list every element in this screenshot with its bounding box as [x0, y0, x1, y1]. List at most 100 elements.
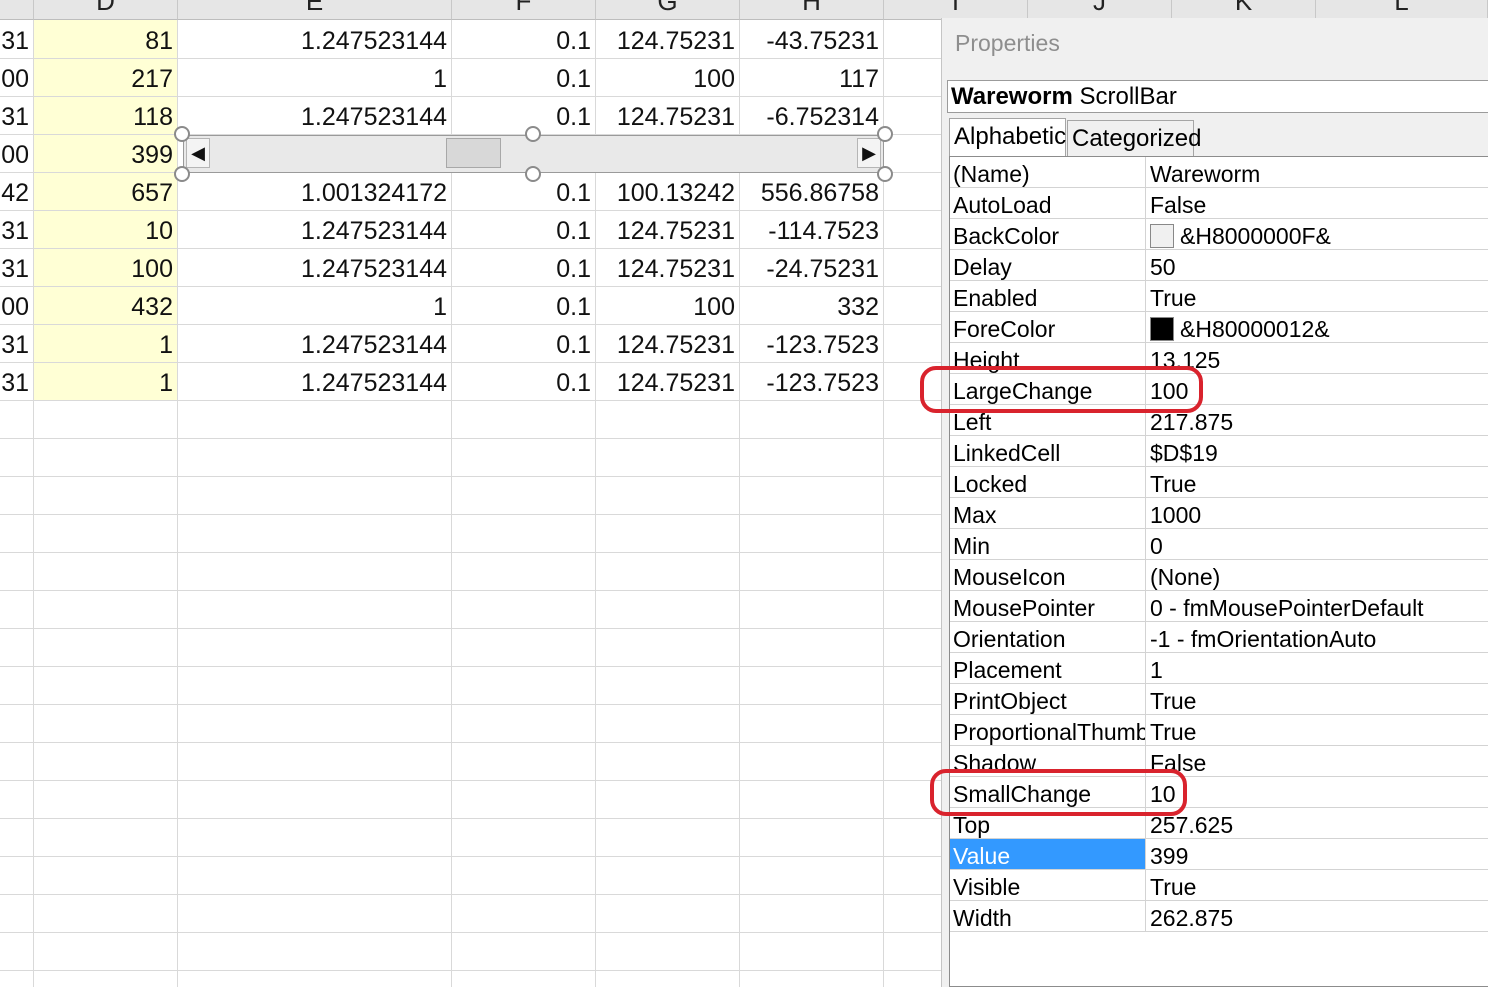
property-value-cell[interactable]: False — [1146, 746, 1488, 776]
property-row-mousepointer[interactable]: MousePointer 0 - fmMousePointerDefault — [950, 591, 1488, 622]
property-value-cell[interactable]: 50 — [1146, 250, 1488, 280]
property-value-cell[interactable]: 0 — [1146, 529, 1488, 559]
property-value-cell[interactable]: 262.875 — [1146, 901, 1488, 931]
cell-f-row-6[interactable]: 0.1 — [452, 211, 596, 249]
column-header-d[interactable]: D — [34, 0, 178, 20]
properties-window[interactable]: Properties Wareworm ScrollBar Alphabetic… — [941, 18, 1488, 987]
cell-c-row-5[interactable]: 42 — [0, 173, 34, 211]
property-name[interactable]: Visible — [950, 870, 1146, 900]
scroll-right-arrow-icon[interactable]: ▶ — [857, 138, 881, 168]
cell-c-row-3[interactable]: 31 — [0, 97, 34, 135]
cell-g-row-6[interactable]: 124.75231 — [596, 211, 740, 249]
cell-e-row-5[interactable]: 1.001324172 — [178, 173, 452, 211]
property-value-cell[interactable]: (None) — [1146, 560, 1488, 590]
cell-c-row-8[interactable]: 00 — [0, 287, 34, 325]
cell-c-row-9[interactable]: 31 — [0, 325, 34, 363]
cell-c-row-4[interactable]: 00 — [0, 135, 34, 173]
property-value-cell[interactable]: 217.875 — [1146, 405, 1488, 435]
cell-h-row-8[interactable]: 332 — [740, 287, 884, 325]
property-row-delay[interactable]: Delay 50 — [950, 250, 1488, 281]
property-row-mouseicon[interactable]: MouseIcon (None) — [950, 560, 1488, 591]
cell-d-row-8[interactable]: 432 — [34, 287, 178, 325]
resize-handle-bottom-left[interactable] — [174, 166, 190, 182]
property-name[interactable]: BackColor — [950, 219, 1146, 249]
property-value-cell[interactable]: $D$19 — [1146, 436, 1488, 466]
column-header-g[interactable]: G — [596, 0, 740, 20]
property-value-cell[interactable]: False — [1146, 188, 1488, 218]
cell-g-row-3[interactable]: 124.75231 — [596, 97, 740, 135]
cell-f-row-7[interactable]: 0.1 — [452, 249, 596, 287]
property-name[interactable]: Enabled — [950, 281, 1146, 311]
property-value-cell[interactable]: True — [1146, 870, 1488, 900]
property-grid[interactable]: (Name) Wareworm AutoLoad False BackColor &H80… — [949, 156, 1488, 987]
column-header-h[interactable]: H — [740, 0, 884, 20]
cell-d-row-1[interactable]: 81 — [34, 21, 178, 59]
property-value-cell[interactable]: -1 - fmOrientationAuto — [1146, 622, 1488, 652]
property-row-name[interactable]: (Name) Wareworm — [950, 157, 1488, 188]
property-name[interactable]: Width — [950, 901, 1146, 931]
property-name[interactable]: (Name) — [950, 157, 1146, 187]
cell-g-row-2[interactable]: 100 — [596, 59, 740, 97]
property-value-cell[interactable]: 399 — [1146, 839, 1488, 869]
tab-categorized[interactable]: Categorized — [1067, 120, 1201, 156]
property-name[interactable]: Placement — [950, 653, 1146, 683]
cell-h-row-7[interactable]: -24.75231 — [740, 249, 884, 287]
column-header-l[interactable]: L — [1316, 0, 1488, 20]
cell-h-row-6[interactable]: -114.7523 — [740, 211, 884, 249]
cell-h-row-9[interactable]: -123.7523 — [740, 325, 884, 363]
property-value-cell[interactable]: 0 - fmMousePointerDefault — [1146, 591, 1488, 621]
property-value-cell[interactable]: 257.625 — [1146, 808, 1488, 838]
property-row-orientation[interactable]: Orientation -1 - fmOrientationAuto — [950, 622, 1488, 653]
cell-d-row-2[interactable]: 217 — [34, 59, 178, 97]
property-value-cell[interactable]: 10 — [1146, 777, 1488, 807]
cell-c-row-6[interactable]: 31 — [0, 211, 34, 249]
cell-e-row-3[interactable]: 1.247523144 — [178, 97, 452, 135]
property-row-visible[interactable]: Visible True — [950, 870, 1488, 901]
cell-e-row-7[interactable]: 1.247523144 — [178, 249, 452, 287]
property-value-cell[interactable]: 1 — [1146, 653, 1488, 683]
property-row-backcolor[interactable]: BackColor &H8000000F& — [950, 219, 1488, 250]
cell-e-row-6[interactable]: 1.247523144 — [178, 211, 452, 249]
cell-g-row-10[interactable]: 124.75231 — [596, 363, 740, 401]
property-value-cell[interactable]: True — [1146, 715, 1488, 745]
cell-g-row-5[interactable]: 100.13242 — [596, 173, 740, 211]
property-value-cell[interactable]: 13.125 — [1146, 343, 1488, 373]
scroll-left-arrow-icon[interactable]: ◀ — [186, 138, 210, 168]
property-row-proportionalthumb[interactable]: ProportionalThumb True — [950, 715, 1488, 746]
property-name[interactable]: AutoLoad — [950, 188, 1146, 218]
resize-handle-top-left[interactable] — [174, 126, 190, 142]
cell-f-row-10[interactable]: 0.1 — [452, 363, 596, 401]
cell-e-row-1[interactable]: 1.247523144 — [178, 21, 452, 59]
cell-e-row-2[interactable]: 1 — [178, 59, 452, 97]
cell-c-row-2[interactable]: 00 — [0, 59, 34, 97]
property-row-value[interactable]: Value 399 — [950, 839, 1488, 870]
property-row-placement[interactable]: Placement 1 — [950, 653, 1488, 684]
column-header-i[interactable]: I — [884, 0, 1028, 20]
property-value-cell[interactable]: &H80000012& — [1146, 312, 1488, 342]
cell-f-row-9[interactable]: 0.1 — [452, 325, 596, 363]
cell-g-row-7[interactable]: 124.75231 — [596, 249, 740, 287]
property-name[interactable]: Max — [950, 498, 1146, 528]
cell-c-row-1[interactable]: 31 — [0, 21, 34, 59]
property-name[interactable]: LinkedCell — [950, 436, 1146, 466]
cell-h-row-5[interactable]: 556.86758 — [740, 173, 884, 211]
property-value-cell[interactable]: 1000 — [1146, 498, 1488, 528]
property-value-cell[interactable]: True — [1146, 281, 1488, 311]
scrollbar-thumb[interactable] — [446, 138, 501, 168]
resize-handle-top-middle[interactable] — [525, 126, 541, 142]
cell-f-row-3[interactable]: 0.1 — [452, 97, 596, 135]
scrollbar-control[interactable]: ◀ ▶ — [174, 126, 893, 182]
property-name[interactable]: Locked — [950, 467, 1146, 497]
property-value-cell[interactable]: &H8000000F& — [1146, 219, 1488, 249]
cell-h-row-2[interactable]: 117 — [740, 59, 884, 97]
cell-g-row-1[interactable]: 124.75231 — [596, 21, 740, 59]
cell-d-row-10[interactable]: 1 — [34, 363, 178, 401]
column-header-f[interactable]: F — [452, 0, 596, 20]
property-name[interactable]: Min — [950, 529, 1146, 559]
property-row-min[interactable]: Min 0 — [950, 529, 1488, 560]
cell-d-row-4[interactable]: 399 — [34, 135, 178, 173]
property-name[interactable]: MousePointer — [950, 591, 1146, 621]
resize-handle-bottom-middle[interactable] — [525, 166, 541, 182]
resize-handle-top-right[interactable] — [877, 126, 893, 142]
property-row-linkedcell[interactable]: LinkedCell $D$19 — [950, 436, 1488, 467]
